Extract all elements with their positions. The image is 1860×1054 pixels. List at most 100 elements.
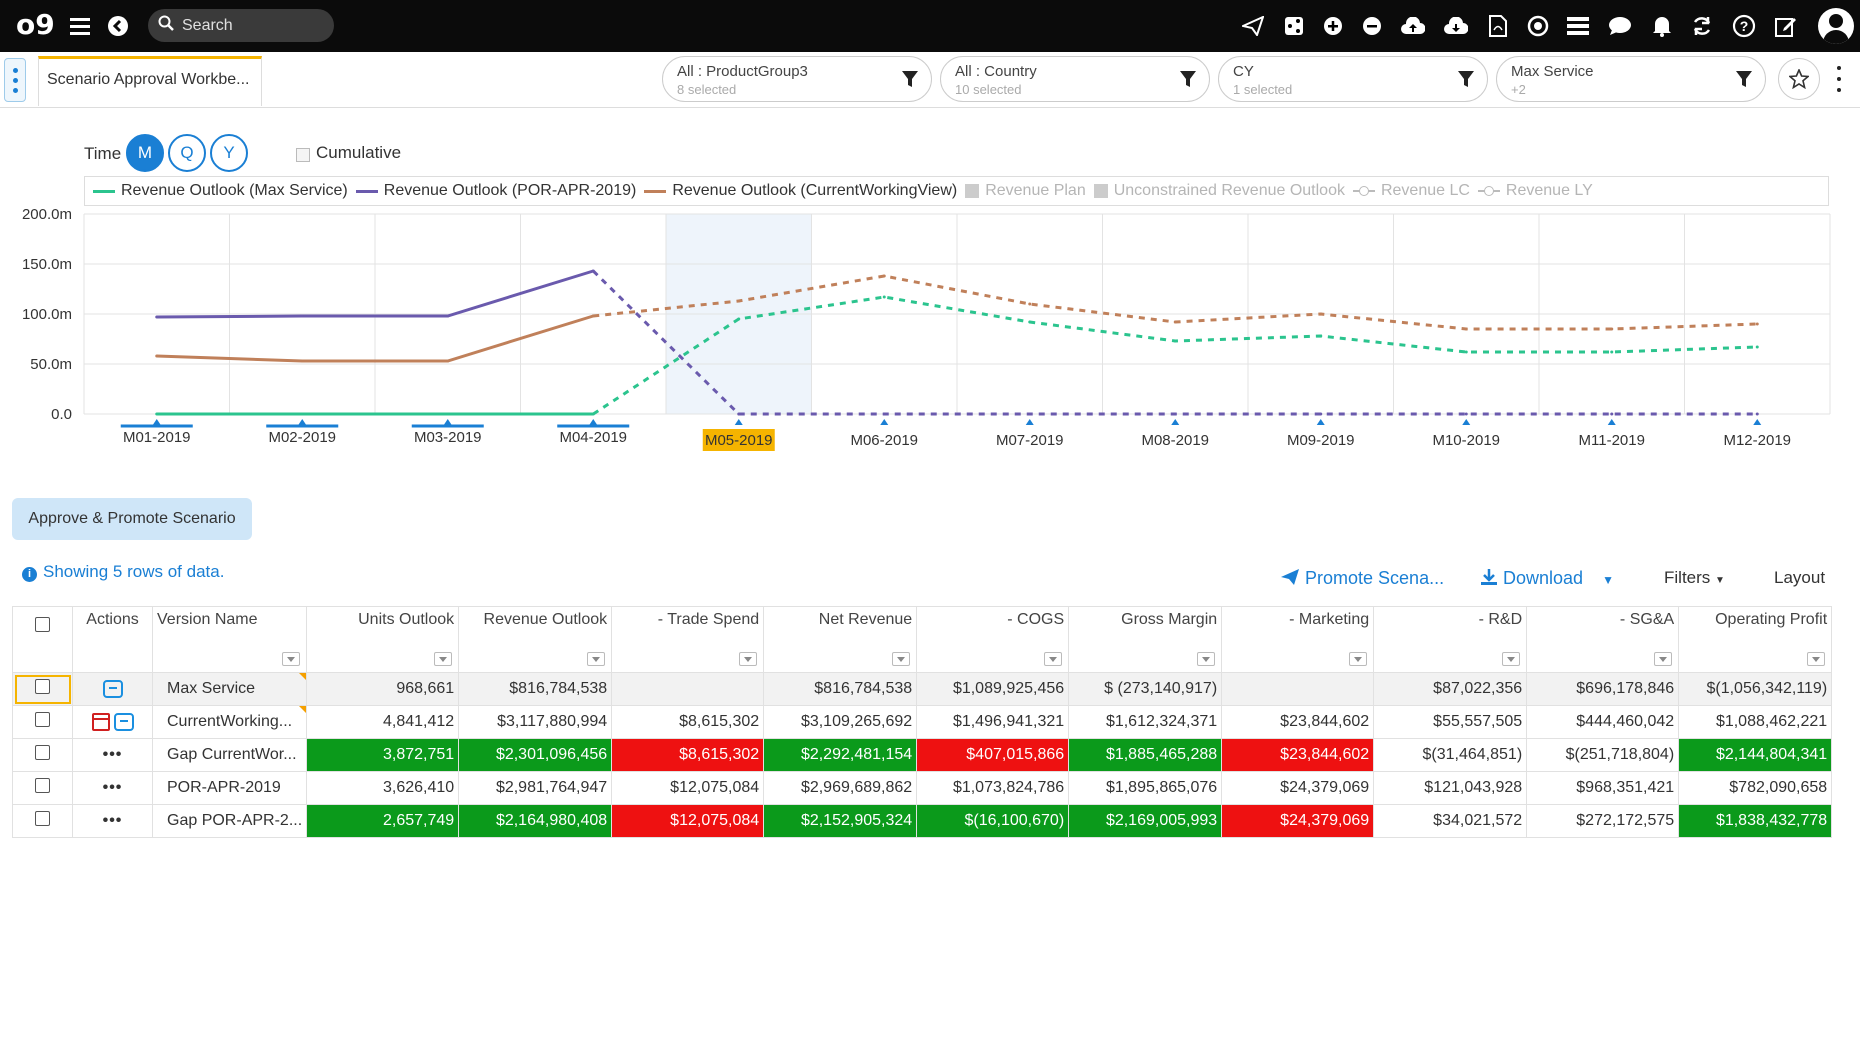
table-cell[interactable]: $ (273,140,917) — [1068, 672, 1223, 706]
table-cell[interactable]: 968,661 — [306, 672, 460, 706]
select-all-checkbox[interactable] — [35, 617, 50, 632]
help-icon[interactable]: ? — [1728, 10, 1760, 42]
comment-icon[interactable] — [102, 679, 123, 698]
column-filter-dropdown-icon[interactable] — [1197, 652, 1216, 666]
table-cell[interactable]: $1,838,432,778 — [1678, 804, 1833, 838]
back-icon[interactable] — [102, 10, 134, 42]
table-cell[interactable]: $1,088,462,221 — [1678, 705, 1833, 739]
version-name-cell[interactable]: Gap POR-APR-2... — [151, 804, 308, 838]
row-checkbox[interactable] — [35, 679, 50, 694]
table-cell[interactable]: 2,657,749 — [306, 804, 460, 838]
app-logo[interactable]: o9 — [16, 8, 55, 41]
row-checkbox[interactable] — [35, 712, 50, 727]
user-avatar[interactable] — [1818, 8, 1854, 44]
edit-icon[interactable] — [1770, 10, 1802, 42]
bell-icon[interactable] — [1646, 10, 1678, 42]
column-header[interactable]: Operating Profit — [1678, 606, 1833, 673]
filter-version[interactable]: Max Service +2 — [1496, 56, 1766, 102]
version-name-cell[interactable]: POR-APR-2019 — [151, 771, 308, 805]
side-menu-toggle[interactable] — [4, 58, 26, 102]
legend-item[interactable]: Unconstrained Revenue Outlook — [1093, 182, 1345, 200]
favorite-star-icon[interactable] — [1778, 58, 1820, 100]
filter-product-group[interactable]: All : ProductGroup3 8 selected — [662, 56, 932, 102]
table-cell[interactable]: $(31,464,851) — [1373, 738, 1528, 772]
table-cell[interactable]: $444,460,042 — [1526, 705, 1680, 739]
legend-item[interactable]: Revenue Outlook (CurrentWorkingView) — [644, 182, 957, 200]
row-menu-dots-icon[interactable]: ••• — [103, 779, 123, 796]
table-cell[interactable]: $2,292,481,154 — [763, 738, 918, 772]
row-checkbox[interactable] — [35, 811, 50, 826]
table-cell[interactable]: $12,075,084 — [611, 771, 765, 805]
table-cell[interactable]: $2,144,804,341 — [1678, 738, 1833, 772]
table-row[interactable]: CurrentWorking... 4,841,412 $3,117,880,994… — [12, 705, 1833, 739]
cumulative-checkbox[interactable] — [296, 148, 310, 162]
minus-circle-icon[interactable] — [1356, 10, 1388, 42]
table-cell[interactable]: $407,015,866 — [916, 738, 1070, 772]
column-header[interactable]: - R&D — [1373, 606, 1528, 673]
column-header[interactable]: Revenue Outlook — [458, 606, 613, 673]
row-menu-dots-icon[interactable]: ••• — [103, 812, 123, 829]
column-header[interactable]: - Trade Spend — [611, 606, 765, 673]
version-name-cell[interactable]: CurrentWorking... — [151, 705, 308, 739]
pdf-icon[interactable] — [1482, 10, 1514, 42]
column-header[interactable]: Gross Margin — [1068, 606, 1223, 673]
table-cell[interactable]: $34,021,572 — [1373, 804, 1528, 838]
legend-item[interactable]: Revenue Outlook (POR-APR-2019) — [355, 182, 636, 200]
column-filter-dropdown-icon[interactable] — [282, 652, 301, 666]
more-options-icon[interactable] — [1832, 66, 1846, 92]
chat-icon[interactable] — [1604, 10, 1636, 42]
table-cell[interactable]: $8,615,302 — [611, 705, 765, 739]
search-bar[interactable] — [148, 9, 334, 42]
table-row[interactable]: ••• POR-APR-2019 3,626,410 $2,981,764,947 $1… — [12, 771, 1833, 805]
table-cell[interactable]: $782,090,658 — [1678, 771, 1833, 805]
filter-country[interactable]: All : Country 10 selected — [940, 56, 1210, 102]
hamburger-menu-icon[interactable] — [64, 10, 96, 42]
table-cell[interactable]: $23,844,602 — [1221, 705, 1375, 739]
download-button[interactable]: Download ▼ — [1480, 568, 1614, 589]
table-cell[interactable] — [611, 672, 765, 706]
legend-item[interactable]: Revenue LY — [1477, 182, 1593, 200]
column-header[interactable]: Net Revenue — [763, 606, 918, 673]
table-cell[interactable]: $2,981,764,947 — [458, 771, 613, 805]
comment-icon[interactable] — [113, 712, 134, 731]
table-cell[interactable]: $1,612,324,371 — [1068, 705, 1223, 739]
column-filter-dropdown-icon[interactable] — [1807, 652, 1826, 666]
table-cell[interactable]: $55,557,505 — [1373, 705, 1528, 739]
row-checkbox[interactable] — [35, 745, 50, 760]
table-cell[interactable] — [1221, 672, 1375, 706]
column-filter-dropdown-icon[interactable] — [1349, 652, 1368, 666]
approve-promote-scenario-button[interactable]: Approve & Promote Scenario — [12, 498, 252, 540]
table-cell[interactable]: $1,073,824,786 — [916, 771, 1070, 805]
table-cell[interactable]: $3,109,265,692 — [763, 705, 918, 739]
row-checkbox[interactable] — [35, 778, 50, 793]
time-year-button[interactable]: Y — [210, 134, 248, 172]
layout-button[interactable]: Layout — [1774, 568, 1825, 588]
table-cell[interactable]: $3,117,880,994 — [458, 705, 613, 739]
table-cell[interactable]: $1,089,925,456 — [916, 672, 1070, 706]
target-icon[interactable] — [1522, 10, 1554, 42]
table-cell[interactable]: $1,895,865,076 — [1068, 771, 1223, 805]
table-cell[interactable]: 4,841,412 — [306, 705, 460, 739]
column-filter-dropdown-icon[interactable] — [739, 652, 758, 666]
column-header[interactable]: Actions — [72, 606, 153, 673]
table-cell[interactable]: $24,379,069 — [1221, 771, 1375, 805]
table-cell[interactable]: $2,969,689,862 — [763, 771, 918, 805]
table-cell[interactable]: $816,784,538 — [458, 672, 613, 706]
time-month-button[interactable]: M — [126, 134, 164, 172]
tab-scenario-approval-workbench[interactable]: Scenario Approval Workbe... — [38, 56, 262, 106]
table-cell[interactable]: 3,626,410 — [306, 771, 460, 805]
table-row[interactable]: Max Service 968,661 $816,784,538 $816,784,5… — [12, 672, 1833, 706]
filter-year[interactable]: CY 1 selected — [1218, 56, 1488, 102]
cloud-upload-icon[interactable] — [1397, 10, 1429, 42]
table-cell[interactable]: 3,872,751 — [306, 738, 460, 772]
row-menu-dots-icon[interactable]: ••• — [103, 746, 123, 763]
share-icon[interactable] — [1278, 10, 1310, 42]
plus-circle-icon[interactable] — [1317, 10, 1349, 42]
table-cell[interactable]: $2,169,005,993 — [1068, 804, 1223, 838]
search-input[interactable] — [182, 16, 312, 35]
time-quarter-button[interactable]: Q — [168, 134, 206, 172]
table-cell[interactable]: $696,178,846 — [1526, 672, 1680, 706]
calendar-icon[interactable] — [91, 712, 110, 731]
legend-item[interactable]: Revenue LC — [1352, 182, 1470, 200]
table-cell[interactable]: $2,301,096,456 — [458, 738, 613, 772]
